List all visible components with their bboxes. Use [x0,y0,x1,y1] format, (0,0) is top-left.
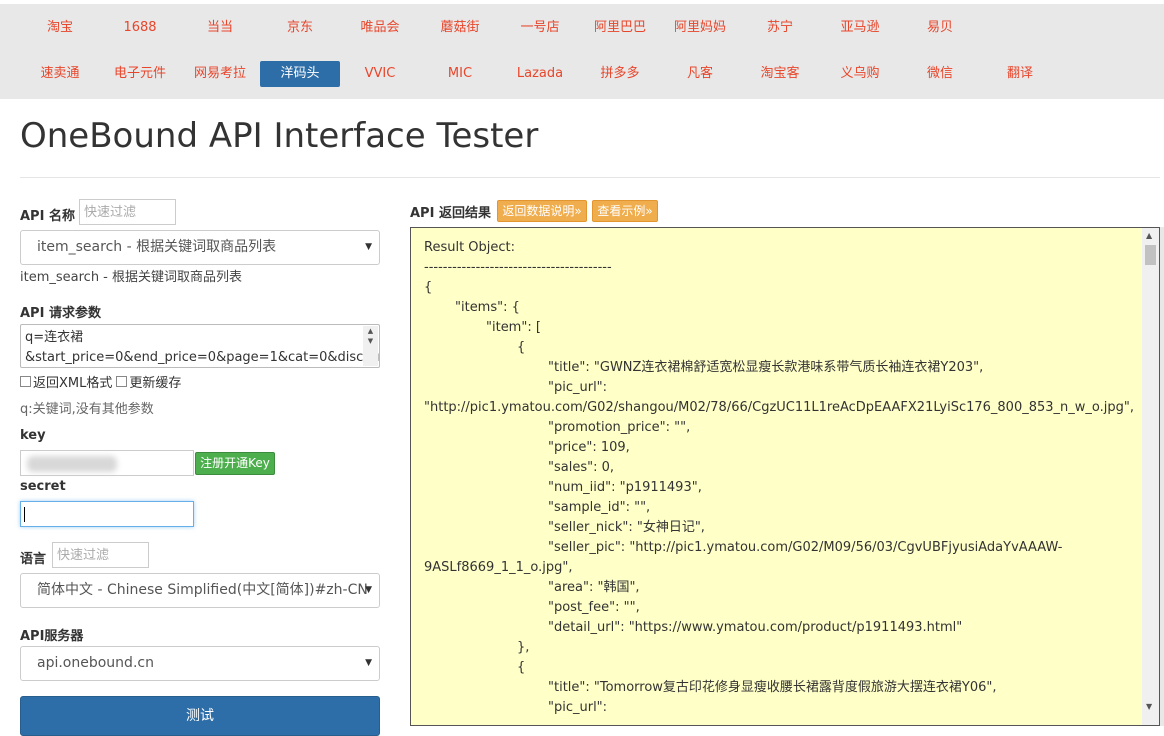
api-name-label: API 名称 [20,209,75,224]
nav-link[interactable]: 阿里巴巴 [580,15,660,41]
params-line-2: &start_price=0&end_price=0&page=1&cat=0&… [25,350,380,365]
nav-link[interactable]: 网易考拉 [180,61,260,87]
scroll-down-icon[interactable]: ▼ [1146,702,1152,711]
result-line: { [517,340,526,355]
params-label: API 请求参数 [20,306,101,321]
cache-checkbox-label: 更新缓存 [129,376,182,391]
page-right-edge [1160,227,1164,726]
result-line: "promotion_price": "", [548,420,691,435]
page-title: OneBound API Interface Tester [20,116,539,156]
api-description: item_search - 根据关键词取商品列表 [20,270,243,285]
language-select-value: 简体中文 - Chinese Simplified(中文[简体])#zh-CN [37,582,368,598]
result-docs-button[interactable]: 返回数据说明» [497,200,587,222]
result-line: "seller_nick": "女神日记", [548,520,705,535]
nav-link[interactable]: MIC [420,61,500,87]
server-label: API服务器 [20,629,84,644]
result-line: "http://pic1.ymatou.com/G02/shangou/M02/… [424,400,1134,415]
nav-link[interactable]: 电子元件 [100,61,180,87]
nav-link[interactable]: 拼多多 [580,61,660,87]
result-line: }, [517,640,530,655]
result-line: 9ASLf8669_1_1_o.jpg", [424,560,573,575]
result-line: { [517,660,526,675]
params-options: 返回XML格式 更新缓存 [20,372,181,391]
result-line: "detail_url": "https://www.ymatou.com/pr… [548,620,963,635]
result-content: ----------------------------------------… [424,227,1144,718]
nav-link[interactable]: 翻译 [980,61,1060,87]
nav-link[interactable]: 苏宁 [740,15,820,41]
language-filter-input[interactable] [52,542,149,568]
nav-link[interactable]: 蘑菇街 [420,15,500,41]
scroll-thumb[interactable] [1145,245,1156,265]
cache-checkbox[interactable] [116,376,128,387]
xml-checkbox-label: 返回XML格式 [33,376,113,391]
result-line: "pic_url": [548,700,608,715]
nav-link[interactable]: 凡客 [660,61,740,87]
params-hint: q:关键词,没有其他参数 [20,402,154,417]
api-filter-input[interactable] [79,199,176,225]
result-line: "title": "Tomorrow复古印花修身显瘦收腰长裙露背度假旅游大摆连衣… [548,680,997,695]
nav-link[interactable]: 速卖通 [20,61,100,87]
nav-link[interactable]: VVIC [340,61,420,87]
api-select[interactable]: item_search - 根据关键词取商品列表 ▼ [20,230,380,265]
result-line: "price": 109, [548,440,630,455]
nav-link[interactable]: 阿里妈妈 [660,15,740,41]
result-line: "post_fee": "", [548,600,640,615]
secret-input[interactable] [20,501,194,527]
language-label: 语言 [20,552,47,567]
result-scrollbar[interactable]: ▲ ▼ [1142,228,1159,725]
params-textarea[interactable]: q=连衣裙 &start_price=0&end_price=0&page=1&… [20,324,380,368]
result-line: ---------------------------------------- [424,227,612,235]
result-line: "seller_pic": "http://pic1.ymatou.com/G0… [548,540,1063,555]
result-line: { [424,280,433,295]
result-line: "pic_url": [548,380,608,395]
server-select-value: api.onebound.cn [37,655,154,671]
result-line: Result Object: [424,240,516,255]
result-line: ---------------------------------------- [424,260,612,275]
nav-link[interactable]: Lazada [500,61,580,87]
secret-label: secret [20,479,66,494]
api-select-value: item_search - 根据关键词取商品列表 [37,239,277,255]
chevron-down-icon: ▼ [365,242,372,252]
nav-link[interactable]: 1688 [100,15,180,41]
text-caret [24,507,25,522]
key-label: key [20,428,46,443]
test-button[interactable]: 测试 [20,696,380,736]
nav-link[interactable]: 一号店 [500,15,580,41]
result-line: "num_iid": "p1911493", [548,480,702,495]
result-line: "area": "韩国", [548,580,640,595]
key-input[interactable] [20,450,194,476]
server-select[interactable]: api.onebound.cn ▼ [20,646,380,681]
params-line-1: q=连衣裙 [25,330,84,345]
nav-link[interactable]: 淘宝客 [740,61,820,87]
nav-link[interactable]: 唯品会 [340,15,420,41]
result-line: "sample_id": "", [548,500,651,515]
nav-link[interactable]: 淘宝 [20,15,100,41]
result-line: "items": { [455,300,520,315]
nav-row-platforms-1: 淘宝 1688 当当 京东 唯品会 蘑菇街 一号店 阿里巴巴 阿里妈妈 苏宁 亚马逊 易贝 [20,15,980,41]
result-label: API 返回结果 [410,206,491,221]
result-line: "sales": 0, [548,460,614,475]
nav-link[interactable]: 义乌购 [820,61,900,87]
nav-link[interactable]: 易贝 [900,15,980,41]
nav-link[interactable]: 亚马逊 [820,15,900,41]
nav-row-platforms-2: 速卖通 电子元件 网易考拉 洋码头 VVIC MIC Lazada 拼多多 凡客 淘宝客 义乌购 微信… [20,61,1060,87]
result-line: "item": [ [486,320,541,335]
result-line: "title": "GWNZ连衣裙棉舒适宽松显瘦长款港味系带气质长袖连衣裙Y20… [548,360,984,375]
view-example-button[interactable]: 查看示例» [592,200,658,222]
xml-checkbox[interactable] [20,376,31,387]
title-divider [20,177,1160,178]
nav-link[interactable]: 京东 [260,15,340,41]
chevron-down-icon: ▼ [365,658,372,668]
scroll-up-icon[interactable]: ▲ [1146,231,1152,240]
nav-link[interactable]: 当当 [180,15,260,41]
register-key-button[interactable]: 注册开通Key [195,452,275,475]
top-navigation: 淘宝 1688 当当 京东 唯品会 蘑菇街 一号店 阿里巴巴 阿里妈妈 苏宁 亚马逊 易贝 速卖通 电子… [0,4,1164,99]
redacted-key [27,456,117,472]
language-select[interactable]: 简体中文 - Chinese Simplified(中文[简体])#zh-CN … [20,573,380,608]
result-panel[interactable]: ----------------------------------------… [410,227,1160,726]
nav-link[interactable]: 洋码头 [260,61,340,87]
textarea-scrollbar[interactable]: ▲ ▼ [363,326,378,366]
nav-link[interactable]: 微信 [900,61,980,87]
chevron-down-icon: ▼ [365,585,372,595]
